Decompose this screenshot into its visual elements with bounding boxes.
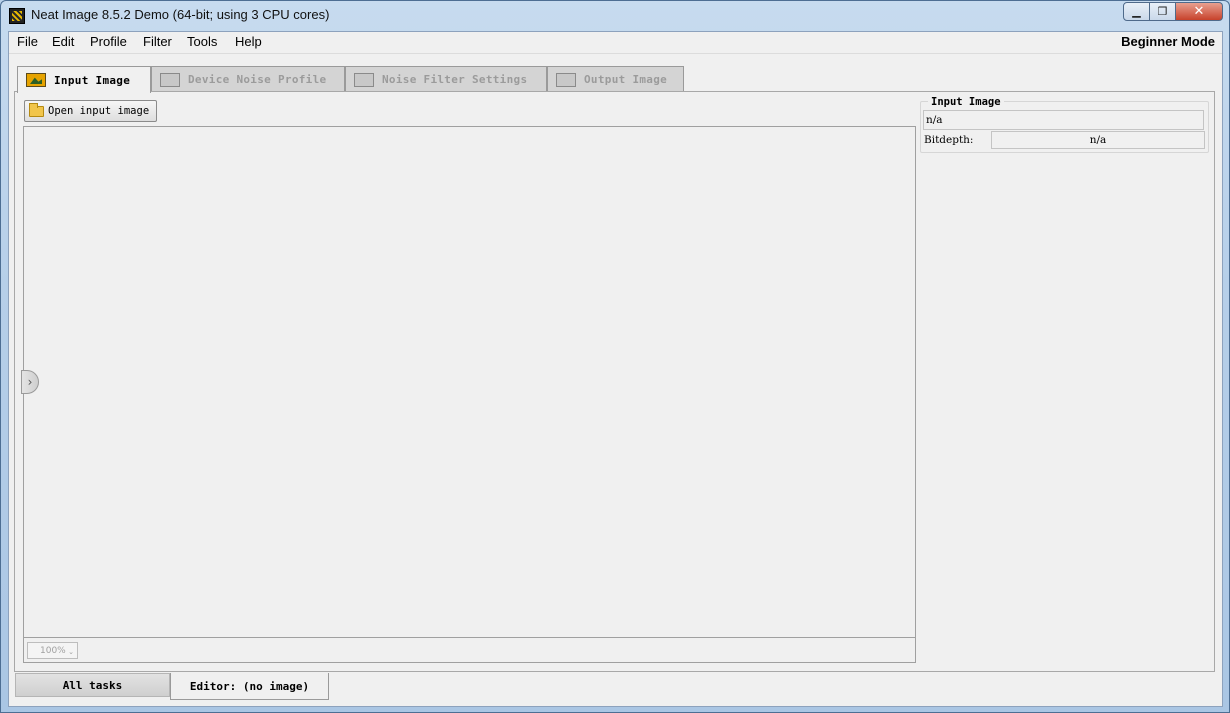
- close-button[interactable]: ✕: [1176, 2, 1223, 21]
- bitdepth-value: n/a: [991, 131, 1205, 149]
- tab-label: Device Noise Profile: [188, 73, 327, 86]
- menu-profile[interactable]: Profile: [90, 34, 127, 49]
- tab-editor[interactable]: Editor: (no image): [170, 673, 329, 700]
- chevron-down-icon: ⌄: [68, 648, 74, 656]
- tab-label: Output Image: [584, 73, 668, 86]
- app-icon[interactable]: [9, 8, 25, 24]
- info-group-title: Input Image: [928, 96, 1004, 108]
- input-image-info: Input Image n/a Bitdepth: n/a: [920, 96, 1209, 153]
- tab-input-image[interactable]: Input Image: [17, 66, 151, 93]
- open-input-image-button[interactable]: Open input image: [24, 100, 157, 122]
- expand-panel-button[interactable]: ›: [21, 370, 39, 394]
- zoom-select[interactable]: 100% ⌄: [27, 642, 78, 659]
- title-bar[interactable]: Neat Image 8.5.2 Demo (64-bit; using 3 C…: [1, 1, 1229, 31]
- close-icon: ✕: [1193, 4, 1205, 19]
- viewer-status-bar: 100% ⌄: [24, 637, 915, 662]
- window-title: Neat Image 8.5.2 Demo (64-bit; using 3 C…: [31, 7, 330, 22]
- tab-all-tasks[interactable]: All tasks: [15, 673, 170, 697]
- menu-file[interactable]: File: [17, 34, 38, 49]
- image-viewer[interactable]: › 100% ⌄: [21, 126, 916, 663]
- tab-output-image[interactable]: Output Image: [547, 66, 684, 92]
- maximize-icon: ❐: [1157, 5, 1168, 18]
- minimize-icon: ▁: [1132, 5, 1141, 18]
- tab-label: Input Image: [54, 73, 131, 87]
- menu-edit[interactable]: Edit: [52, 34, 74, 49]
- tab-device-noise-profile[interactable]: Device Noise Profile: [151, 66, 345, 92]
- sliders-icon: [354, 72, 374, 87]
- picture-icon: [26, 73, 46, 87]
- output-image-icon: [556, 72, 576, 87]
- beginner-mode-toggle[interactable]: Beginner Mode: [1121, 34, 1215, 49]
- folder-icon: [29, 102, 44, 117]
- menu-bar: File Edit Profile Filter Tools Help Begi…: [9, 32, 1222, 54]
- menu-tools[interactable]: Tools: [187, 34, 217, 49]
- open-button-label: Open input image: [48, 105, 150, 117]
- window-controls: ▁ ❐ ✕: [1123, 2, 1223, 21]
- menu-filter[interactable]: Filter: [143, 34, 172, 49]
- menu-help[interactable]: Help: [235, 34, 262, 49]
- client-area: File Edit Profile Filter Tools Help Begi…: [8, 31, 1223, 707]
- profile-icon: [160, 72, 180, 87]
- input-image-panel: Open input image › 100% ⌄ Input Image n/…: [14, 91, 1215, 672]
- image-filename: n/a: [923, 110, 1204, 130]
- app-window: Neat Image 8.5.2 Demo (64-bit; using 3 C…: [0, 0, 1230, 713]
- tab-noise-filter-settings[interactable]: Noise Filter Settings: [345, 66, 547, 92]
- tab-label: Noise Filter Settings: [382, 73, 528, 86]
- maximize-button[interactable]: ❐: [1150, 2, 1176, 21]
- minimize-button[interactable]: ▁: [1123, 2, 1150, 21]
- chevron-right-icon: ›: [27, 375, 33, 389]
- zoom-value: 100%: [40, 645, 66, 656]
- bitdepth-label: Bitdepth:: [924, 134, 974, 146]
